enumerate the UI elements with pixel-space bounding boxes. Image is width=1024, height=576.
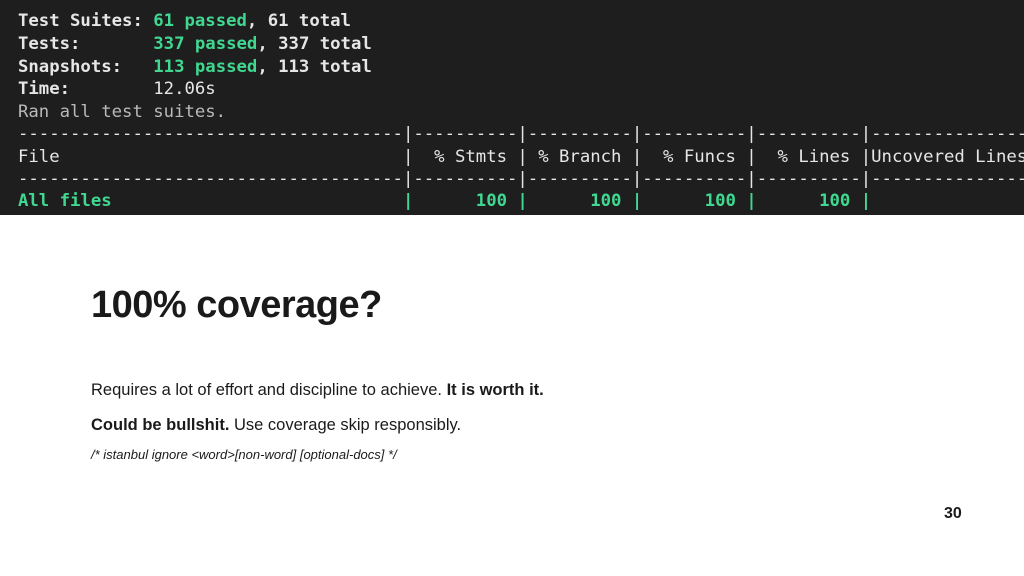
time-line: Time: 12.06s <box>18 78 216 100</box>
time-value: 12.06s <box>153 79 216 99</box>
tests-passed: 337 passed <box>153 34 258 54</box>
coverage-table-header: File | % Stmts | % Branch | % Funcs | % … <box>18 147 1024 167</box>
table-separator-top: -------------------------------------|--… <box>18 124 1024 144</box>
snapshots-total: , 113 total <box>257 57 372 77</box>
bullshit-text: Could be bullshit. <box>91 416 230 434</box>
test-suites-line: Test Suites: 61 passed, 61 total <box>18 10 351 32</box>
body-line-bullshit: Could be bullshit. Use coverage skip res… <box>91 416 461 435</box>
slide: Test Suites: 61 passed, 61 total Tests: … <box>0 0 1024 576</box>
effort-text: Requires a lot of effort and discipline … <box>91 381 447 399</box>
test-suites-total: , 61 total <box>246 11 351 31</box>
test-suites-passed: 61 passed <box>153 11 247 31</box>
page-number: 30 <box>944 505 962 522</box>
time-label: Time: <box>18 79 71 99</box>
slide-title: 100% coverage? <box>91 284 382 326</box>
all-files-row: All files | 100 | 100 | 100 | 100 | | <box>18 190 1024 212</box>
snapshots-label: Snapshots: <box>18 57 123 77</box>
body-line-effort: Requires a lot of effort and discipline … <box>91 381 544 400</box>
istanbul-ignore-snippet: /* istanbul ignore <word>[non-word] [opt… <box>91 447 397 462</box>
terminal-screenshot: Test Suites: 61 passed, 61 total Tests: … <box>0 0 1024 215</box>
tests-label: Tests: <box>18 34 81 54</box>
snapshots-line: Snapshots: 113 passed, 113 total <box>18 56 372 78</box>
all-files-label: All files <box>18 191 112 211</box>
snapshots-passed: 113 passed <box>153 57 258 77</box>
tests-line: Tests: 337 passed, 337 total <box>18 33 372 55</box>
worth-it-text: It is worth it. <box>446 381 544 399</box>
table-separator-bottom: -------------------------------------|--… <box>18 169 1024 189</box>
ran-all-line: Ran all test suites. <box>18 102 227 122</box>
all-files-values: | 100 | 100 | 100 | 100 | | <box>111 191 1024 211</box>
test-suites-label: Test Suites: <box>18 11 143 31</box>
tests-total: , 337 total <box>257 34 372 54</box>
skip-responsibly-text: Use coverage skip responsibly. <box>229 416 462 434</box>
